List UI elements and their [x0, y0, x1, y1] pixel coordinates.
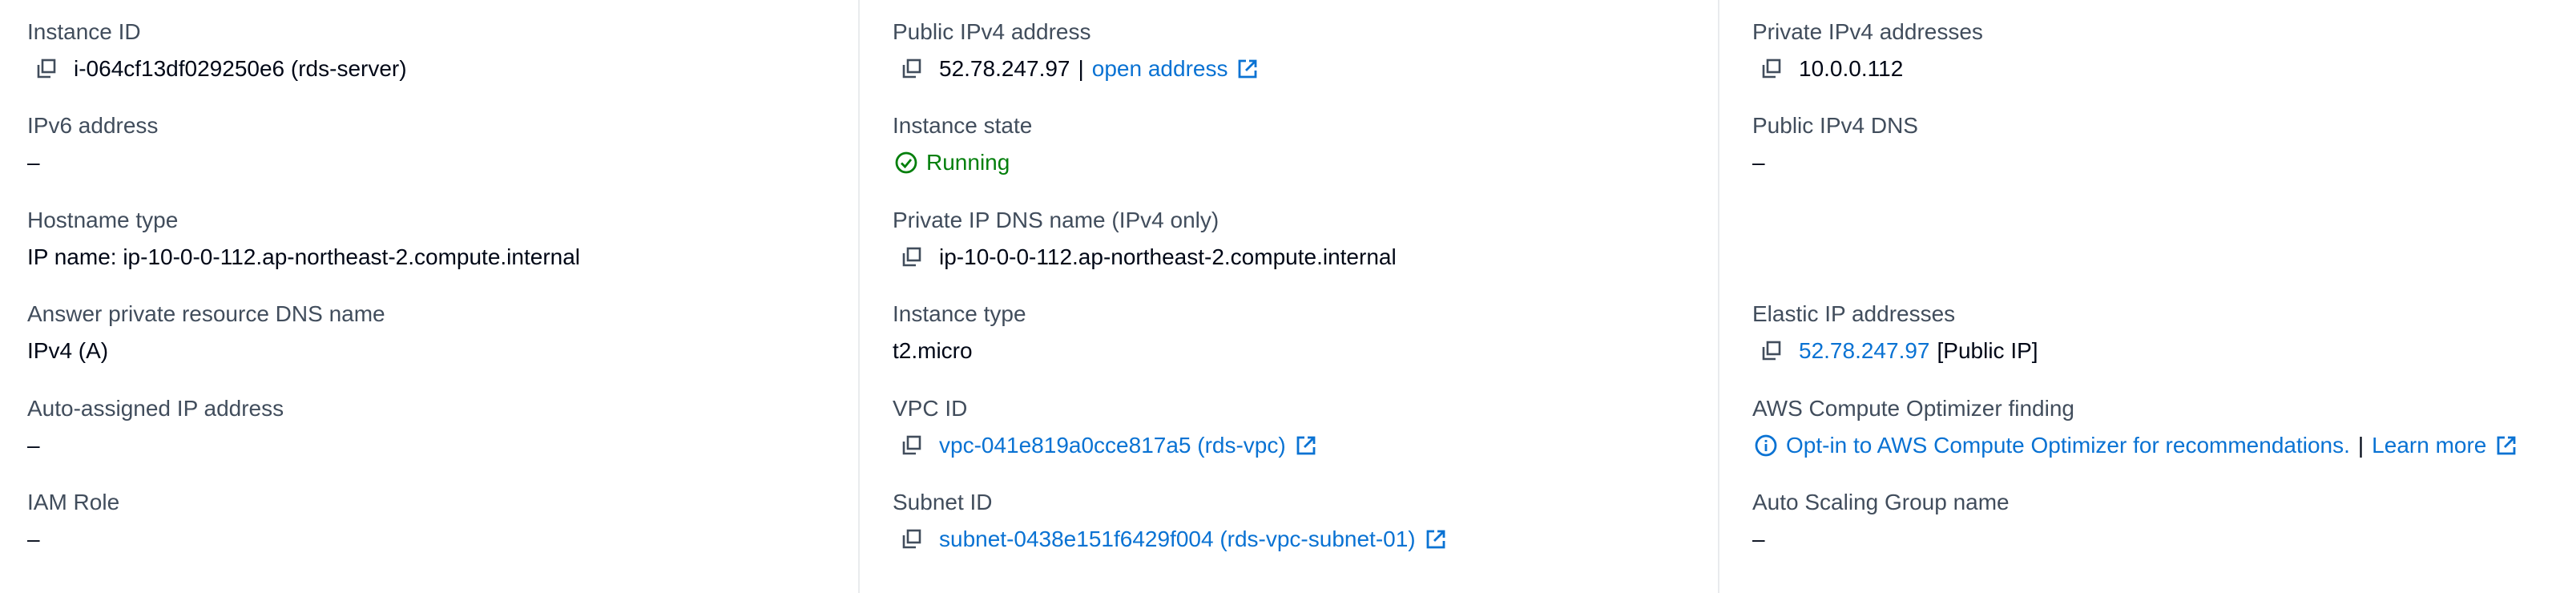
copy-icon[interactable]: [33, 55, 60, 83]
ipv6-address-value: –: [27, 150, 40, 175]
instance-type-label: Instance type: [893, 301, 1026, 326]
instance-id-value: i-064cf13df029250e6 (rds-server): [74, 56, 407, 81]
iam-role-value: –: [27, 526, 40, 551]
public-ipv4-dns-value: –: [1752, 150, 1765, 175]
public-ipv4-field: Public IPv4 address 52.78.247.97 | open …: [893, 18, 1718, 83]
vpc-id-field: VPC ID vpc-041e819a0cce817a5 (rds-vpc): [893, 394, 1718, 460]
elastic-ip-label: Elastic IP addresses: [1752, 301, 1956, 326]
copy-icon[interactable]: [1758, 55, 1785, 83]
copy-icon[interactable]: [898, 244, 925, 271]
instance-details-grid: Instance ID i-064cf13df029250e6 (rds-ser…: [0, 0, 2576, 593]
hostname-type-field: Hostname type IP name: ip-10-0-0-112.ap-…: [27, 206, 858, 272]
subnet-id-field: Subnet ID subnet-0438e151f6429f004 (rds-…: [893, 488, 1718, 554]
auto-assigned-ip-field: Auto-assigned IP address –: [27, 394, 858, 460]
public-ipv4-dns-field: Public IPv4 DNS –: [1752, 111, 2576, 177]
details-column-1: Instance ID i-064cf13df029250e6 (rds-ser…: [0, 0, 858, 593]
details-column-2: Public IPv4 address 52.78.247.97 | open …: [858, 0, 1718, 593]
info-icon: [1752, 432, 1780, 459]
answer-private-dns-field: Answer private resource DNS name IPv4 (A…: [27, 300, 858, 365]
instance-id-field: Instance ID i-064cf13df029250e6 (rds-ser…: [27, 18, 858, 83]
hostname-type-label: Hostname type: [27, 208, 179, 232]
asg-name-field: Auto Scaling Group name –: [1752, 488, 2576, 554]
copy-icon[interactable]: [898, 55, 925, 83]
compute-optimizer-field: AWS Compute Optimizer finding Opt-in to …: [1752, 394, 2576, 460]
elastic-ip-link[interactable]: 52.78.247.97: [1799, 337, 1930, 365]
subnet-id-link[interactable]: subnet-0438e151f6429f004 (rds-vpc-subnet…: [939, 525, 1416, 554]
private-ip-dns-value: ip-10-0-0-112.ap-northeast-2.compute.int…: [939, 244, 1397, 269]
ipv6-address-label: IPv6 address: [27, 113, 159, 138]
instance-type-value: t2.micro: [893, 338, 973, 363]
separator: |: [2357, 433, 2364, 458]
vpc-id-label: VPC ID: [893, 396, 968, 421]
copy-icon[interactable]: [898, 526, 925, 553]
public-ipv4-value: 52.78.247.97: [939, 56, 1070, 81]
vpc-id-link[interactable]: vpc-041e819a0cce817a5 (rds-vpc): [939, 431, 1286, 460]
instance-state-label: Instance state: [893, 113, 1033, 138]
iam-role-field: IAM Role –: [27, 488, 858, 554]
auto-assigned-ip-value: –: [27, 433, 40, 458]
instance-type-field: Instance type t2.micro: [893, 300, 1718, 365]
external-link-icon[interactable]: [1292, 432, 1320, 459]
details-column-3: Private IPv4 addresses 10.0.0.112 Public…: [1718, 0, 2576, 593]
private-ipv4-value: 10.0.0.112: [1799, 56, 1904, 81]
copy-icon[interactable]: [1758, 337, 1785, 365]
external-link-icon[interactable]: [2493, 432, 2520, 459]
auto-assigned-ip-label: Auto-assigned IP address: [27, 396, 284, 421]
private-ip-dns-label: Private IP DNS name (IPv4 only): [893, 208, 1219, 232]
private-ipv4-label: Private IPv4 addresses: [1752, 19, 1983, 44]
elastic-ip-field: Elastic IP addresses 52.78.247.97 [Publi…: [1752, 300, 2576, 365]
copy-icon[interactable]: [898, 432, 925, 459]
iam-role-label: IAM Role: [27, 490, 120, 514]
external-link-icon[interactable]: [1234, 55, 1261, 83]
learn-more-link[interactable]: Learn more: [2372, 431, 2486, 460]
subnet-id-label: Subnet ID: [893, 490, 993, 514]
check-circle-icon: [893, 149, 920, 176]
private-ipv4-field: Private IPv4 addresses 10.0.0.112: [1752, 18, 2576, 83]
instance-state-value: Running: [926, 150, 1010, 175]
compute-optimizer-opt-in-link[interactable]: Opt-in to AWS Compute Optimizer for reco…: [1786, 431, 2350, 460]
public-ipv4-dns-label: Public IPv4 DNS: [1752, 113, 1918, 138]
instance-id-label: Instance ID: [27, 19, 141, 44]
ipv6-address-field: IPv6 address –: [27, 111, 858, 177]
public-ipv4-label: Public IPv4 address: [893, 19, 1091, 44]
asg-name-value: –: [1752, 526, 1765, 551]
compute-optimizer-label: AWS Compute Optimizer finding: [1752, 396, 2074, 421]
answer-private-dns-label: Answer private resource DNS name: [27, 301, 385, 326]
open-address-link[interactable]: open address: [1092, 54, 1228, 83]
elastic-ip-suffix: [Public IP]: [1937, 338, 2038, 363]
private-ip-dns-field: Private IP DNS name (IPv4 only) ip-10-0-…: [893, 206, 1718, 272]
hostname-type-value: IP name: ip-10-0-0-112.ap-northeast-2.co…: [27, 244, 581, 269]
separator: |: [1078, 56, 1084, 81]
instance-state-field: Instance state Running: [893, 111, 1718, 177]
asg-name-label: Auto Scaling Group name: [1752, 490, 2010, 514]
external-link-icon[interactable]: [1422, 526, 1449, 553]
answer-private-dns-value: IPv4 (A): [27, 338, 109, 363]
